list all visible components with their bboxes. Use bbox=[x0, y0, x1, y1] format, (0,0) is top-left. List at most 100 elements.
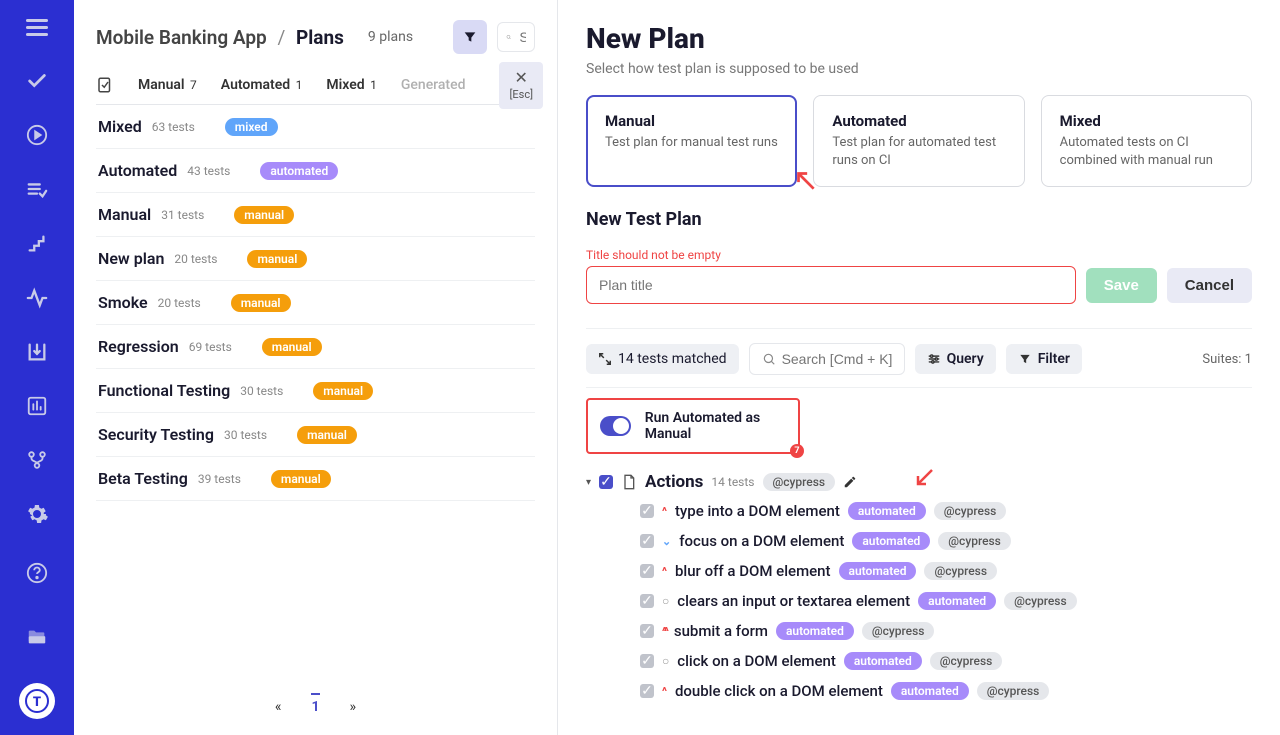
filter-button-2[interactable]: Filter bbox=[1006, 344, 1082, 374]
tests-matched[interactable]: 14 tests matched bbox=[586, 344, 739, 374]
search-icon bbox=[762, 352, 776, 366]
suite-checkbox[interactable]: ✓ bbox=[599, 475, 613, 489]
nav-settings[interactable] bbox=[19, 501, 55, 527]
tab-automated[interactable]: Automated 1 bbox=[221, 77, 303, 93]
plan-count: 9 plans bbox=[368, 29, 413, 45]
match-icon bbox=[598, 352, 612, 366]
plan-row[interactable]: Security Testing30 testsmanual bbox=[96, 413, 535, 457]
tab-generated[interactable]: Generated bbox=[401, 77, 466, 93]
plan-type-selector: Manual Test plan for manual test runs Au… bbox=[586, 95, 1252, 187]
search-box[interactable] bbox=[497, 22, 535, 52]
plan-row[interactable]: Automated43 testsautomated bbox=[96, 149, 535, 193]
priority-icon: ^ bbox=[662, 505, 667, 518]
tab-mixed[interactable]: Mixed 1 bbox=[326, 77, 376, 93]
check-icon bbox=[26, 70, 48, 92]
test-check[interactable]: ✓ bbox=[640, 534, 654, 548]
plan-row[interactable]: Manual31 testsmanual bbox=[96, 193, 535, 237]
test-check[interactable]: ✓ bbox=[640, 564, 654, 578]
plan-row[interactable]: Mixed63 testsmixed bbox=[96, 105, 535, 149]
close-icon: ✕ bbox=[515, 70, 528, 86]
nav-branch[interactable] bbox=[19, 447, 55, 473]
branch-icon bbox=[26, 449, 48, 471]
nav-play[interactable] bbox=[19, 122, 55, 148]
tag-manual: manual bbox=[297, 426, 357, 444]
tag-manual: manual bbox=[247, 250, 307, 268]
test-search[interactable] bbox=[749, 343, 905, 375]
hamburger-menu[interactable] bbox=[19, 14, 55, 40]
pager-page[interactable]: 1 bbox=[311, 693, 319, 715]
gear-icon bbox=[25, 502, 49, 526]
toggle-label: Run Automated as Manual bbox=[645, 410, 786, 442]
test-row[interactable]: ✓○click on a DOM elementautomated@cypres… bbox=[640, 652, 1252, 670]
test-row[interactable]: ✓^blur off a DOM elementautomated@cypres… bbox=[640, 562, 1252, 580]
nav-help[interactable] bbox=[19, 555, 55, 591]
test-row[interactable]: ✓⌄focus on a DOM elementautomated@cypres… bbox=[640, 532, 1252, 550]
query-button[interactable]: Query bbox=[915, 344, 996, 374]
folder-icon bbox=[26, 626, 48, 648]
plan-row[interactable]: Beta Testing39 testsmanual bbox=[96, 457, 535, 501]
new-plan-panel: New Plan Select how test plan is suppose… bbox=[558, 0, 1280, 735]
breadcrumb-project[interactable]: Mobile Banking App bbox=[96, 26, 267, 49]
annotation-badge: 7 bbox=[790, 444, 804, 458]
list-check-icon bbox=[26, 178, 48, 200]
test-check[interactable]: ✓ bbox=[640, 684, 654, 698]
nav-import[interactable] bbox=[19, 339, 55, 365]
cancel-button[interactable]: Cancel bbox=[1167, 268, 1252, 303]
run-automated-toggle[interactable] bbox=[600, 416, 631, 436]
title-error: Title should not be empty bbox=[586, 248, 1252, 262]
suites-count: Suites: 1 bbox=[1202, 352, 1252, 367]
filter-icon bbox=[462, 29, 478, 45]
test-check[interactable]: ✓ bbox=[640, 504, 654, 518]
tag-manual: manual bbox=[231, 294, 291, 312]
chart-icon bbox=[26, 395, 48, 417]
suite-header: ▾ ✓ Actions 14 tests @cypress bbox=[586, 472, 1252, 492]
sliders-icon bbox=[927, 352, 941, 366]
save-button[interactable]: Save bbox=[1086, 268, 1157, 303]
nav-logo[interactable]: T bbox=[19, 683, 55, 719]
plan-type-mixed[interactable]: Mixed Automated tests on CI combined wit… bbox=[1041, 95, 1252, 187]
search-input[interactable] bbox=[519, 29, 526, 45]
tab-manual[interactable]: Manual 7 bbox=[138, 77, 197, 93]
edit-icon[interactable] bbox=[843, 475, 857, 489]
test-row[interactable]: ✓^double click on a DOM elementautomated… bbox=[640, 682, 1252, 700]
breadcrumb: Mobile Banking App / Plans bbox=[96, 26, 344, 49]
import-icon bbox=[26, 341, 48, 363]
test-check[interactable]: ✓ bbox=[640, 654, 654, 668]
test-row[interactable]: ✓^type into a DOM elementautomated@cypre… bbox=[640, 502, 1252, 520]
plan-row[interactable]: New plan20 testsmanual bbox=[96, 237, 535, 281]
priority-icon: ○ bbox=[662, 594, 669, 608]
nav-check[interactable] bbox=[19, 68, 55, 94]
test-check[interactable]: ✓ bbox=[640, 624, 654, 638]
nav-steps[interactable] bbox=[19, 230, 55, 256]
breadcrumb-section: Plans bbox=[296, 26, 344, 49]
suite-name: Actions bbox=[645, 472, 703, 492]
plan-row[interactable]: Smoke20 testsmanual bbox=[96, 281, 535, 325]
nav-analytics[interactable] bbox=[19, 393, 55, 419]
suite-meta: 14 tests bbox=[711, 475, 754, 489]
tag-mixed: mixed bbox=[225, 118, 278, 136]
doc-icon bbox=[621, 474, 637, 490]
nav-list[interactable] bbox=[19, 176, 55, 202]
suite-caret[interactable]: ▾ bbox=[586, 477, 591, 488]
test-check[interactable]: ✓ bbox=[640, 594, 654, 608]
tag-manual: manual bbox=[313, 382, 373, 400]
plan-row[interactable]: Functional Testing30 testsmanual bbox=[96, 369, 535, 413]
test-controls: 14 tests matched Query Filter Suites: 1 bbox=[586, 328, 1252, 388]
help-icon bbox=[26, 562, 48, 584]
pager-prev[interactable]: « bbox=[275, 699, 282, 715]
test-row[interactable]: ✓○clears an input or textarea elementaut… bbox=[640, 592, 1252, 610]
priority-icon: ^^ bbox=[662, 625, 666, 638]
plan-type-automated[interactable]: Automated Test plan for automated test r… bbox=[813, 95, 1024, 187]
plan-type-manual[interactable]: Manual Test plan for manual test runs bbox=[586, 95, 797, 187]
test-search-input[interactable] bbox=[782, 351, 892, 367]
tag-automated: automated bbox=[260, 162, 338, 180]
close-panel[interactable]: ✕ [Esc] bbox=[499, 62, 543, 109]
nav-pulse[interactable] bbox=[19, 284, 55, 310]
plan-title-input[interactable] bbox=[586, 266, 1076, 304]
nav-folder[interactable] bbox=[19, 619, 55, 655]
pager-next[interactable]: » bbox=[350, 699, 357, 715]
filter-button[interactable] bbox=[453, 20, 487, 54]
plan-row[interactable]: Regression69 testsmanual bbox=[96, 325, 535, 369]
test-row[interactable]: ✓^^submit a formautomated@cypress bbox=[640, 622, 1252, 640]
tab-icon[interactable] bbox=[96, 76, 114, 94]
